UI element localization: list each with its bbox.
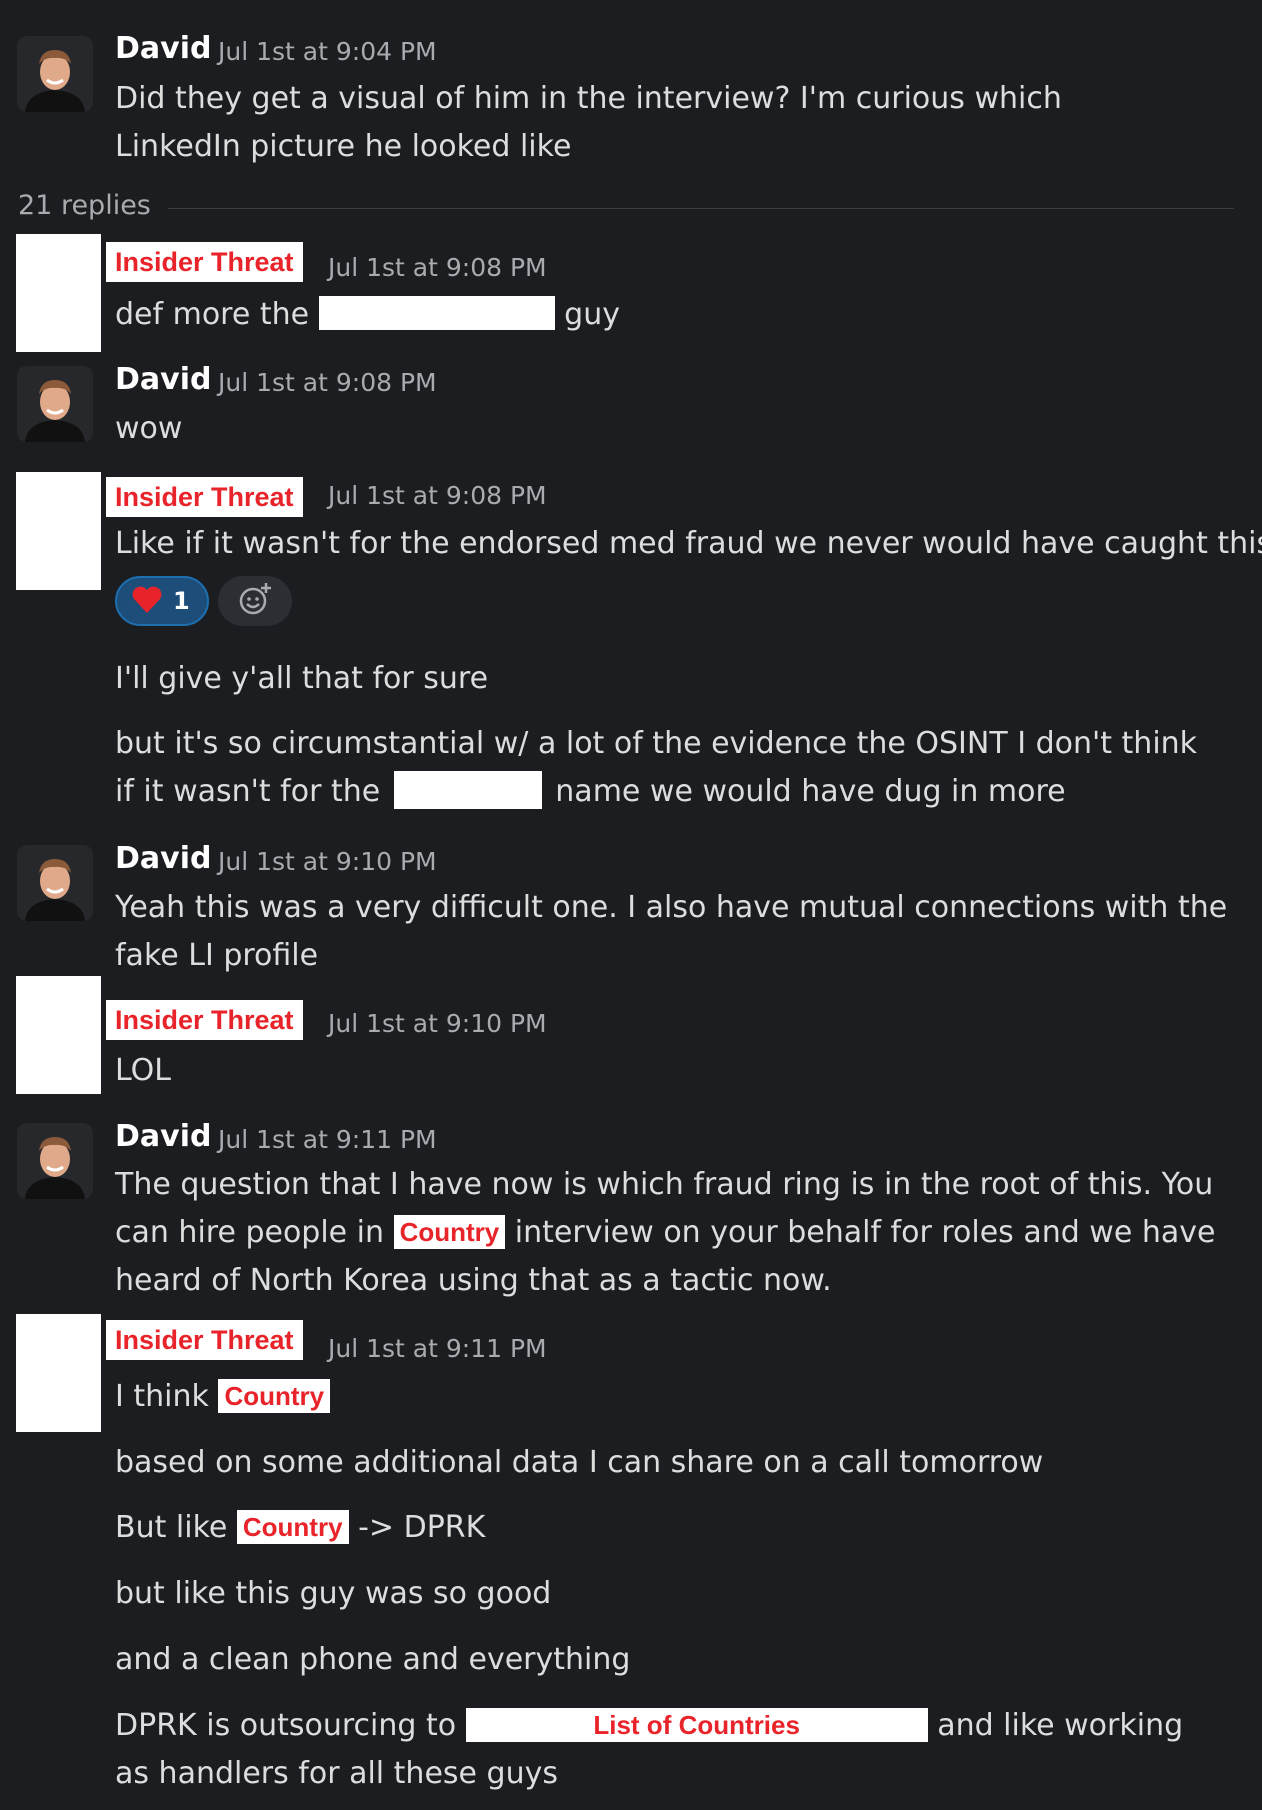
message-text-before: def more the (115, 297, 310, 332)
add-reaction-button[interactable] (218, 576, 292, 626)
message-text: I think Country (115, 1373, 331, 1421)
thread-divider (168, 208, 1234, 209)
message-text-before: I think (115, 1379, 209, 1414)
author-name[interactable]: David (115, 840, 211, 878)
message-followup: I'll give y'all that for sure (115, 661, 489, 696)
redacted-avatar (16, 472, 101, 590)
reaction-heart[interactable]: 1 (115, 576, 209, 626)
author-redaction-tag[interactable]: Insider Threat (106, 242, 303, 282)
timestamp[interactable]: Jul 1st at 9:08 PM (328, 249, 547, 287)
author-redaction-tag[interactable]: Insider Threat (106, 477, 303, 517)
author-redaction-tag[interactable]: Insider Threat (106, 1000, 303, 1040)
redacted-avatar (16, 1314, 101, 1432)
redacted-block (393, 771, 542, 809)
timestamp[interactable]: Jul 1st at 9:08 PM (218, 364, 437, 402)
message-followup: but like this guy was so good (115, 1576, 552, 1611)
add-emoji-icon (237, 581, 273, 621)
message-text-before: DPRK is outsourcing to (115, 1708, 457, 1743)
timestamp[interactable]: Jul 1st at 9:10 PM (218, 843, 437, 881)
message-text-after: -> DPRK (358, 1510, 486, 1545)
redacted-block (318, 296, 555, 330)
author-redaction-tag[interactable]: Insider Threat (106, 1320, 303, 1360)
redacted-avatar (16, 976, 101, 1094)
avatar-david[interactable] (17, 36, 93, 112)
timestamp[interactable]: Jul 1st at 9:08 PM (328, 477, 547, 515)
message-followup: But like Country -> DPRK (115, 1504, 485, 1552)
avatar-david[interactable] (17, 845, 93, 921)
message-followup: DPRK is outsourcing to List of Countries… (115, 1702, 1225, 1798)
timestamp[interactable]: Jul 1st at 9:04 PM (218, 33, 437, 71)
message-followup: but it's so circumstantial w/ a lot of t… (115, 720, 1225, 816)
message-followup: based on some additional data I can shar… (115, 1445, 1044, 1480)
author-name[interactable]: David (115, 361, 211, 399)
replies-count[interactable]: 21 replies (18, 190, 151, 221)
message-text: Yeah this was a very difficult one. I al… (115, 890, 1228, 973)
country-redaction-tag: Country (393, 1215, 506, 1249)
message-text: Like if it wasn't for the endorsed med f… (115, 526, 1262, 561)
message-text: Did they get a visual of him in the inte… (115, 81, 1062, 164)
message-text: def more the guy (115, 291, 620, 339)
timestamp[interactable]: Jul 1st at 9:10 PM (328, 1005, 547, 1043)
message-text: wow (115, 411, 183, 446)
avatar-david[interactable] (17, 366, 93, 442)
reaction-count: 1 (173, 587, 190, 615)
timestamp[interactable]: Jul 1st at 9:11 PM (328, 1330, 547, 1368)
message-text: LOL (115, 1053, 171, 1088)
message-text-after: name we would have dug in more (555, 774, 1066, 809)
heart-icon (131, 584, 163, 618)
country-redaction-tag: Country (236, 1510, 349, 1544)
message-text-after: guy (564, 297, 620, 332)
author-name[interactable]: David (115, 1118, 211, 1156)
message-text-before: But like (115, 1510, 228, 1545)
timestamp[interactable]: Jul 1st at 9:11 PM (218, 1121, 437, 1159)
author-name[interactable]: David (115, 30, 211, 68)
message-followup: and a clean phone and everything (115, 1642, 631, 1677)
message-text: The question that I have now is which fr… (115, 1161, 1245, 1305)
countries-redaction-tag: List of Countries (465, 1708, 928, 1742)
redacted-avatar (16, 234, 101, 352)
country-redaction-tag: Country (218, 1379, 331, 1413)
avatar-david[interactable] (17, 1123, 93, 1199)
